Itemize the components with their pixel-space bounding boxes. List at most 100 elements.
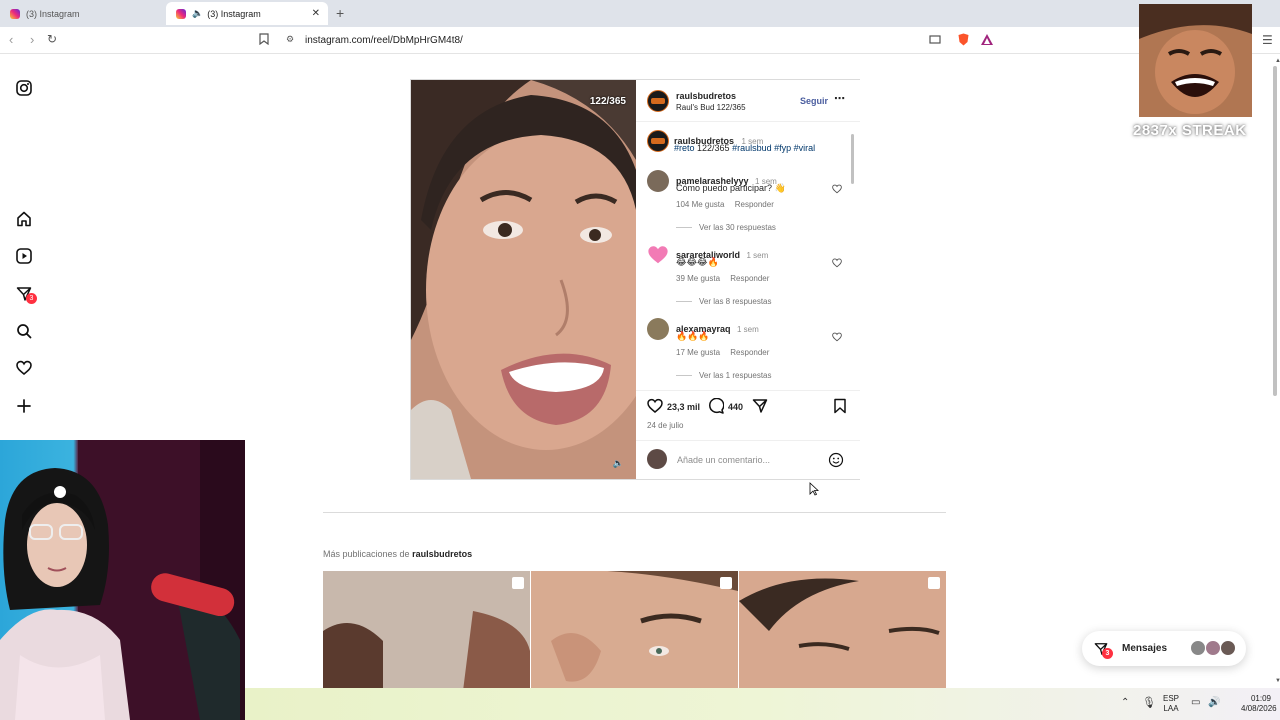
comment-time: 1 sem (737, 325, 759, 334)
forward-icon[interactable]: › (30, 32, 34, 47)
section-divider (323, 512, 946, 513)
address-bar[interactable]: ⚙ instagram.com/reel/DbMpHrGM4t8/ (280, 31, 1000, 50)
speaker-icon: 🔈 (192, 8, 204, 18)
more-post-thumbnail[interactable] (739, 571, 946, 691)
share-icon[interactable] (752, 398, 768, 414)
comment-text: 😂😂😂🔥 (676, 257, 719, 267)
comments-count: 440 (728, 402, 744, 412)
post-date: 24 de julio (647, 421, 684, 430)
contact-avatar (1190, 640, 1206, 656)
save-icon[interactable] (833, 398, 847, 414)
replies-line (676, 375, 692, 376)
streak-overlay-image (1139, 4, 1252, 117)
browser-nav-bar: ‹ › ↻ ⚙ instagram.com/reel/DbMpHrGM4t8/ … (0, 27, 1280, 54)
search-icon[interactable] (14, 321, 34, 341)
comment-avatar[interactable] (647, 244, 669, 266)
instagram-favicon-icon (176, 8, 186, 19)
site-settings-icon[interactable]: ⚙ (286, 34, 294, 45)
page-scrollbar[interactable]: ▲ ▼ (1270, 54, 1280, 688)
messages-button[interactable]: 3 Mensajes (1082, 631, 1246, 666)
caption-text: #reto 122/365 #raulsbud #fyp #viral (674, 143, 816, 153)
create-plus-icon[interactable] (14, 396, 34, 416)
notification-badge: 3 (26, 293, 37, 304)
like-comment-icon[interactable] (832, 332, 842, 342)
comment-icon[interactable] (708, 398, 724, 414)
view-replies-button[interactable]: Ver las 8 respuestas (699, 297, 771, 306)
likes-count[interactable]: 23,3 mil (667, 402, 700, 412)
reel-icon (928, 577, 940, 589)
microphone-icon[interactable]: 🎙 (1142, 696, 1156, 709)
messages-badge: 3 (1102, 648, 1113, 659)
view-replies-button[interactable]: Ver las 30 respuestas (699, 223, 776, 232)
volume-icon[interactable]: 🔊 (1208, 697, 1220, 708)
cast-icon[interactable] (929, 33, 941, 48)
more-posts-username[interactable]: raulsbudretos (412, 549, 472, 559)
author-subtitle: Raul's Bud 122/365 (676, 103, 746, 112)
back-icon[interactable]: ‹ (9, 32, 13, 47)
reply-button[interactable]: Responder (735, 200, 774, 209)
webcam-overlay (0, 440, 245, 720)
replies-line (676, 227, 692, 228)
comment-time: 1 sem (746, 251, 769, 260)
comment-text: 🔥🔥🔥 (676, 331, 710, 341)
comments-scrollbar[interactable] (851, 126, 855, 386)
new-tab-button[interactable]: + (336, 5, 344, 21)
sound-icon[interactable]: 🔈 (613, 458, 624, 469)
network-icon[interactable]: ▭ (1191, 697, 1200, 708)
reply-button[interactable]: Responder (730, 274, 769, 283)
contact-avatar (1220, 640, 1236, 656)
heart-icon[interactable] (14, 358, 34, 378)
browser-tab-bar: (3) Instagram 🔈 (3) Instagram ✕ + (0, 0, 1280, 27)
brave-rewards-icon[interactable] (981, 33, 993, 48)
comment-likes[interactable]: 104 Me gusta (676, 200, 724, 209)
reply-button[interactable]: Responder (730, 348, 769, 357)
close-tab-icon[interactable]: ✕ (312, 8, 320, 19)
messages-label: Mensajes (1122, 643, 1168, 654)
system-taskbar: ⌃ 🎙 ESP LAA ▭ 🔊 01:09 4/08/2026 (245, 688, 1280, 720)
hashtag-link[interactable]: #viral (794, 143, 816, 153)
clock[interactable]: 01:09 4/08/2026 (1241, 694, 1277, 714)
mouse-cursor-icon (809, 482, 819, 496)
like-icon[interactable] (647, 398, 663, 414)
hashtag-link[interactable]: #reto (674, 143, 695, 153)
brave-shield-icon[interactable] (958, 33, 969, 49)
home-icon[interactable] (14, 209, 34, 229)
reel-icon (720, 577, 732, 589)
actions-divider (636, 390, 860, 391)
reto-counter-label: 122/365 (589, 96, 626, 107)
comment-avatar[interactable] (647, 170, 669, 192)
author-username[interactable]: raulsbudretos (676, 91, 736, 101)
more-post-thumbnail[interactable] (531, 571, 738, 691)
more-options-icon[interactable]: ⋯ (834, 92, 845, 105)
menu-icon[interactable]: ☰ (1262, 33, 1273, 47)
like-comment-icon[interactable] (832, 258, 842, 268)
reload-icon[interactable]: ↻ (47, 32, 57, 46)
instagram-logo-icon[interactable] (14, 78, 34, 98)
follow-button[interactable]: Seguir (800, 96, 828, 106)
post-modal: 122/365 🔈 raulsbudretos Raul's Bud 122/3… (410, 79, 860, 480)
reel-icon (512, 577, 524, 589)
input-divider (636, 440, 860, 441)
hashtag-link[interactable]: #fyp (774, 143, 791, 153)
comment-avatar[interactable] (647, 318, 669, 340)
reels-icon[interactable] (14, 246, 34, 266)
comment-input[interactable]: Añade un comentario... (677, 455, 770, 465)
comment-likes[interactable]: 39 Me gusta (676, 274, 720, 283)
user-avatar (647, 449, 667, 469)
language-indicator[interactable]: ESP LAA (1163, 694, 1179, 714)
emoji-icon[interactable] (828, 452, 844, 468)
author-avatar[interactable] (647, 90, 669, 112)
bookmark-icon[interactable] (259, 33, 269, 48)
view-replies-button[interactable]: Ver las 1 respuestas (699, 371, 771, 380)
browser-tab-active[interactable]: 🔈 (3) Instagram ✕ (166, 2, 328, 25)
show-hidden-icons-icon[interactable]: ⌃ (1121, 697, 1129, 708)
like-comment-icon[interactable] (832, 184, 842, 194)
more-post-thumbnail[interactable] (323, 571, 530, 691)
more-posts-title: Más publicaciones de raulsbudretos (323, 549, 473, 559)
hashtag-link[interactable]: #raulsbud (732, 143, 772, 153)
reel-video[interactable]: 122/365 🔈 (411, 80, 636, 479)
comment-likes[interactable]: 17 Me gusta (676, 348, 720, 357)
caption-avatar[interactable] (647, 130, 669, 152)
replies-line (676, 301, 692, 302)
browser-tab[interactable]: (3) Instagram (0, 2, 165, 25)
